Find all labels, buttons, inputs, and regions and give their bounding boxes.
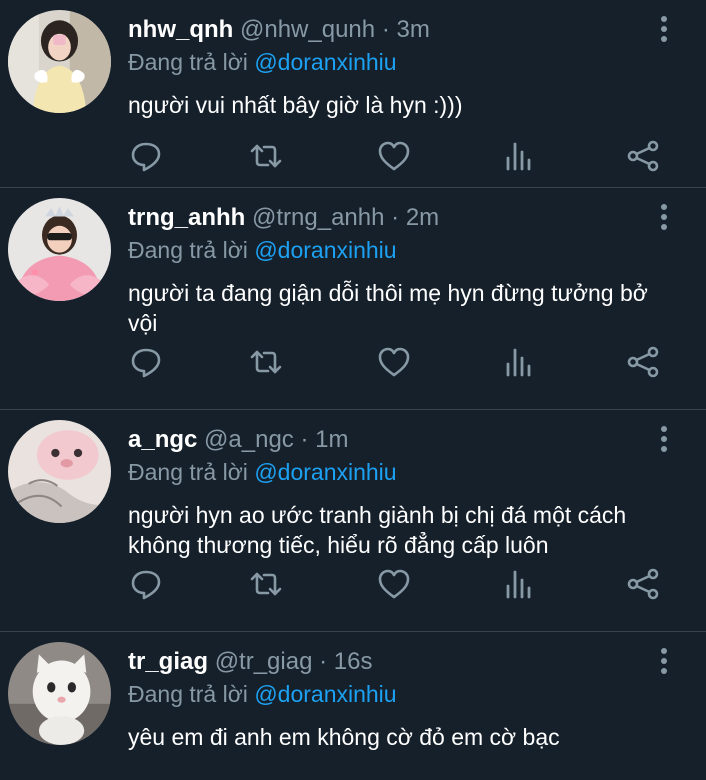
share-icon[interactable] — [625, 344, 661, 380]
tweet-header: trng_anhh @trng_anhh · 2m — [128, 202, 646, 234]
timestamp[interactable]: 1m — [315, 426, 348, 453]
display-name[interactable]: trng_anhh — [128, 204, 245, 231]
tweet-text: người ta đang giận dỗi thôi mẹ hyn đừng … — [128, 280, 648, 336]
tweet-actions — [128, 566, 668, 606]
avatar[interactable] — [8, 198, 111, 301]
mention-link[interactable]: @doranxinhiu — [254, 237, 396, 263]
replying-to: Đang trả lời @doranxinhiu — [128, 234, 646, 266]
tweet-content: trng_anhh @trng_anhh · 2m Đang trả lời @… — [128, 202, 648, 338]
replying-to: Đang trả lời @doranxinhiu — [128, 456, 646, 488]
reply-icon[interactable] — [128, 566, 164, 602]
replying-to-label: Đang trả lời — [128, 237, 248, 263]
separator-dot: · — [319, 648, 328, 675]
tweet-item[interactable]: tr_giag @tr_giag · 16s Đang trả lời @dor… — [0, 632, 706, 780]
replying-to: Đang trả lời @doranxinhiu — [128, 678, 646, 710]
more-vertical-icon[interactable] — [658, 16, 670, 44]
timestamp[interactable]: 2m — [406, 204, 439, 231]
tweet-actions — [128, 138, 668, 178]
separator-dot: · — [391, 204, 400, 231]
tweet-content: a_ngc @a_ngc · 1m Đang trả lời @doranxin… — [128, 424, 646, 560]
timestamp[interactable]: 3m — [396, 16, 429, 43]
tweet-item[interactable]: a_ngc @a_ngc · 1m Đang trả lời @doranxin… — [0, 410, 706, 632]
tweet-header: nhw_qnh @nhw_qunh · 3m — [128, 14, 646, 46]
analytics-icon[interactable] — [501, 344, 537, 380]
user-handle[interactable]: @trng_anhh — [252, 204, 384, 231]
separator-dot: · — [300, 426, 309, 453]
separator-dot: · — [381, 16, 390, 43]
mention-link[interactable]: @doranxinhiu — [254, 681, 396, 707]
tweet-item[interactable]: trng_anhh @trng_anhh · 2m Đang trả lời @… — [0, 188, 706, 410]
more-vertical-icon[interactable] — [658, 648, 670, 676]
tweet-actions — [128, 344, 668, 384]
reply-feed: nhw_qnh @nhw_qunh · 3m Đang trả lời @dor… — [0, 0, 706, 780]
retweet-icon[interactable] — [248, 138, 284, 174]
display-name[interactable]: a_ngc — [128, 426, 197, 453]
share-icon[interactable] — [625, 566, 661, 602]
avatar[interactable] — [8, 10, 111, 113]
retweet-icon[interactable] — [248, 566, 284, 602]
timestamp[interactable]: 16s — [334, 648, 373, 675]
tweet-header: tr_giag @tr_giag · 16s — [128, 646, 646, 678]
tweet-text: người vui nhất bây giờ là hyn :))) — [128, 92, 463, 118]
tweet-text: yêu em đi anh em không cờ đỏ em cờ bạc — [128, 724, 560, 750]
heart-icon[interactable] — [376, 566, 412, 602]
heart-icon[interactable] — [376, 138, 412, 174]
replying-to-label: Đang trả lời — [128, 49, 248, 75]
analytics-icon[interactable] — [501, 566, 537, 602]
tweet-content: tr_giag @tr_giag · 16s Đang trả lời @dor… — [128, 646, 646, 752]
avatar[interactable] — [8, 642, 111, 745]
reply-icon[interactable] — [128, 138, 164, 174]
avatar[interactable] — [8, 420, 111, 523]
display-name[interactable]: nhw_qnh — [128, 16, 233, 43]
tweet-text: người hyn ao ước tranh giành bị chị đá m… — [128, 502, 627, 558]
more-vertical-icon[interactable] — [658, 204, 670, 232]
user-handle[interactable]: @nhw_qunh — [240, 16, 375, 43]
heart-icon[interactable] — [376, 344, 412, 380]
reply-icon[interactable] — [128, 344, 164, 380]
display-name[interactable]: tr_giag — [128, 648, 208, 675]
more-vertical-icon[interactable] — [658, 426, 670, 454]
tweet-content: nhw_qnh @nhw_qunh · 3m Đang trả lời @dor… — [128, 14, 646, 120]
tweet-item[interactable]: nhw_qnh @nhw_qunh · 3m Đang trả lời @dor… — [0, 0, 706, 188]
replying-to-label: Đang trả lời — [128, 681, 248, 707]
replying-to-label: Đang trả lời — [128, 459, 248, 485]
user-handle[interactable]: @a_ngc — [204, 426, 294, 453]
analytics-icon[interactable] — [501, 138, 537, 174]
share-icon[interactable] — [625, 138, 661, 174]
user-handle[interactable]: @tr_giag — [215, 648, 313, 675]
tweet-header: a_ngc @a_ngc · 1m — [128, 424, 646, 456]
replying-to: Đang trả lời @doranxinhiu — [128, 46, 646, 78]
retweet-icon[interactable] — [248, 344, 284, 380]
mention-link[interactable]: @doranxinhiu — [254, 49, 396, 75]
mention-link[interactable]: @doranxinhiu — [254, 459, 396, 485]
